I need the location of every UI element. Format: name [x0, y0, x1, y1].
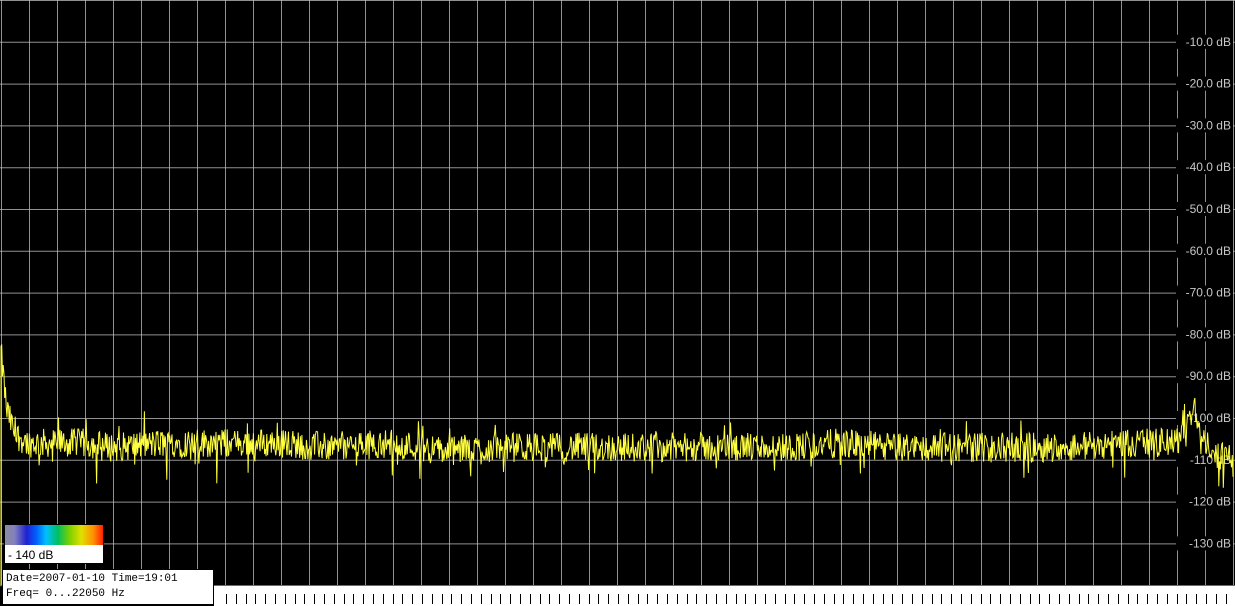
y-tick-label: -30.0 dB — [1186, 118, 1231, 132]
colorbar-legend: - 140 dB — [4, 524, 104, 564]
y-tick-label: -130 dB — [1189, 536, 1231, 550]
y-tick-label: -20.0 dB — [1186, 77, 1231, 91]
info-box: Date=2007-01-10 Time=19:01 Freq= 0...220… — [2, 569, 214, 605]
y-tick-label: -50.0 dB — [1186, 202, 1231, 216]
colorbar-gradient — [5, 525, 103, 545]
x-axis-ticks — [214, 586, 1235, 606]
y-tick-label: -60.0 dB — [1186, 244, 1231, 258]
y-tick-label: -120 dB — [1189, 495, 1231, 509]
colorbar-label: - 140 dB — [8, 548, 54, 562]
x-axis-ruler — [214, 586, 1235, 606]
y-tick-label: -90.0 dB — [1186, 369, 1231, 383]
info-date-time: Date=2007-01-10 Time=19:01 — [6, 573, 178, 585]
y-tick-label: -10.0 dB — [1186, 35, 1231, 49]
y-tick-label: -40.0 dB — [1186, 160, 1231, 174]
y-tick-label: -80.0 dB — [1186, 327, 1231, 341]
y-tick-label: -70.0 dB — [1186, 286, 1231, 300]
spectrum-plot: -10.0 dB -20.0 dB -30.0 dB -40.0 dB -50.0 dB… — [0, 0, 1235, 606]
info-frequency-range: Freq= 0...22050 Hz — [6, 588, 125, 600]
